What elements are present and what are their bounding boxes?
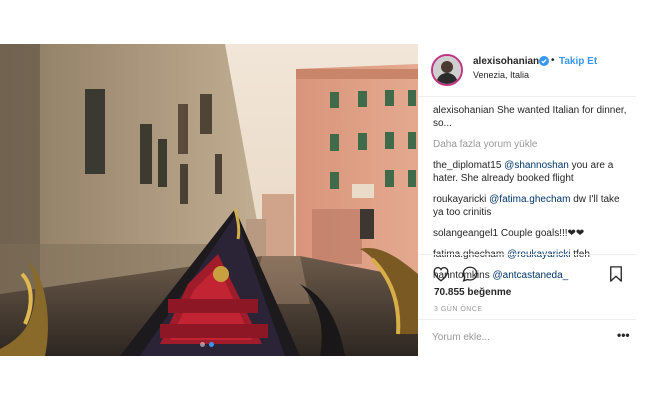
carousel-dot[interactable] <box>200 342 205 347</box>
header-username[interactable]: alexisohanian <box>473 56 539 67</box>
post-header: alexisohanian • Takip Et Venezia, Italia <box>418 44 636 97</box>
post-photo[interactable] <box>0 44 418 356</box>
separator-dot: • <box>551 55 555 66</box>
comment: roukayaricki @fatima.ghecham dw I'll tak… <box>433 193 629 219</box>
heart-icon[interactable] <box>432 265 450 283</box>
caption-username[interactable]: alexisohanian <box>433 105 494 116</box>
likes-count[interactable]: 70.855 beğenme <box>434 287 511 298</box>
load-more-comments-button[interactable]: Daha fazla yorum yükle <box>433 138 629 151</box>
comment: the_diplomat15 @shannoshan you are a hat… <box>433 159 629 185</box>
avatar-image <box>433 56 461 84</box>
carousel-dot-active[interactable] <box>209 342 214 347</box>
post-timestamp[interactable]: 3 GÜN ÖNCE <box>434 306 483 313</box>
instagram-post: alexisohanian • Takip Et Venezia, Italia… <box>0 44 636 356</box>
verified-badge-icon <box>539 56 549 66</box>
comment-username[interactable]: the_diplomat15 <box>433 160 501 171</box>
more-options-icon[interactable]: ••• <box>617 328 630 342</box>
add-comment-bar: ••• <box>418 319 636 357</box>
follow-button[interactable]: Takip Et <box>559 56 597 67</box>
comment-icon[interactable] <box>461 265 479 283</box>
comment-mention[interactable]: @shannoshan <box>504 160 569 171</box>
comment-username[interactable]: solangeangel1 <box>433 228 498 239</box>
avatar[interactable] <box>431 54 463 86</box>
comment-text: Couple goals!!!❤❤ <box>500 228 585 239</box>
action-bar <box>418 254 636 285</box>
carousel-indicator <box>200 342 214 347</box>
comment-mention[interactable]: @fatima.ghecham <box>489 194 570 205</box>
add-comment-input[interactable] <box>432 332 582 343</box>
venice-canal-photo <box>0 44 418 356</box>
comment-username[interactable]: roukayaricki <box>433 194 486 205</box>
post-sidebar: alexisohanian • Takip Et Venezia, Italia… <box>418 44 636 356</box>
bookmark-icon[interactable] <box>607 265 625 283</box>
comment: solangeangel1 Couple goals!!!❤❤ <box>433 227 629 240</box>
post-caption: alexisohanian She wanted Italian for din… <box>433 104 629 130</box>
post-location[interactable]: Venezia, Italia <box>473 70 529 80</box>
